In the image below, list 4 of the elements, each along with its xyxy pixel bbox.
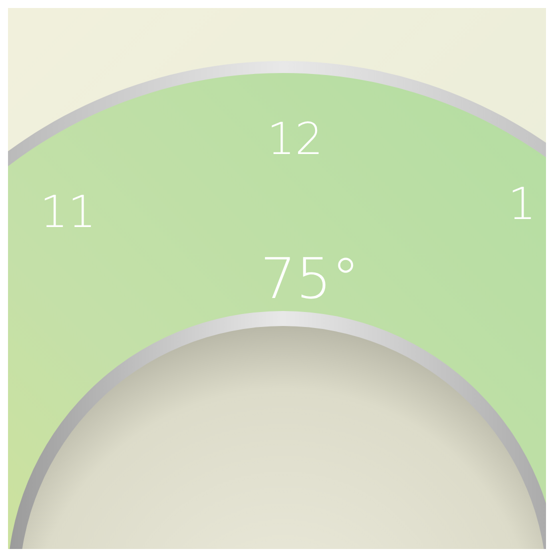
hour-label: 1	[508, 178, 536, 232]
hour-label: 12	[267, 113, 323, 167]
hour-label: 11	[40, 186, 96, 240]
temperature-reading: 75°	[260, 246, 360, 314]
